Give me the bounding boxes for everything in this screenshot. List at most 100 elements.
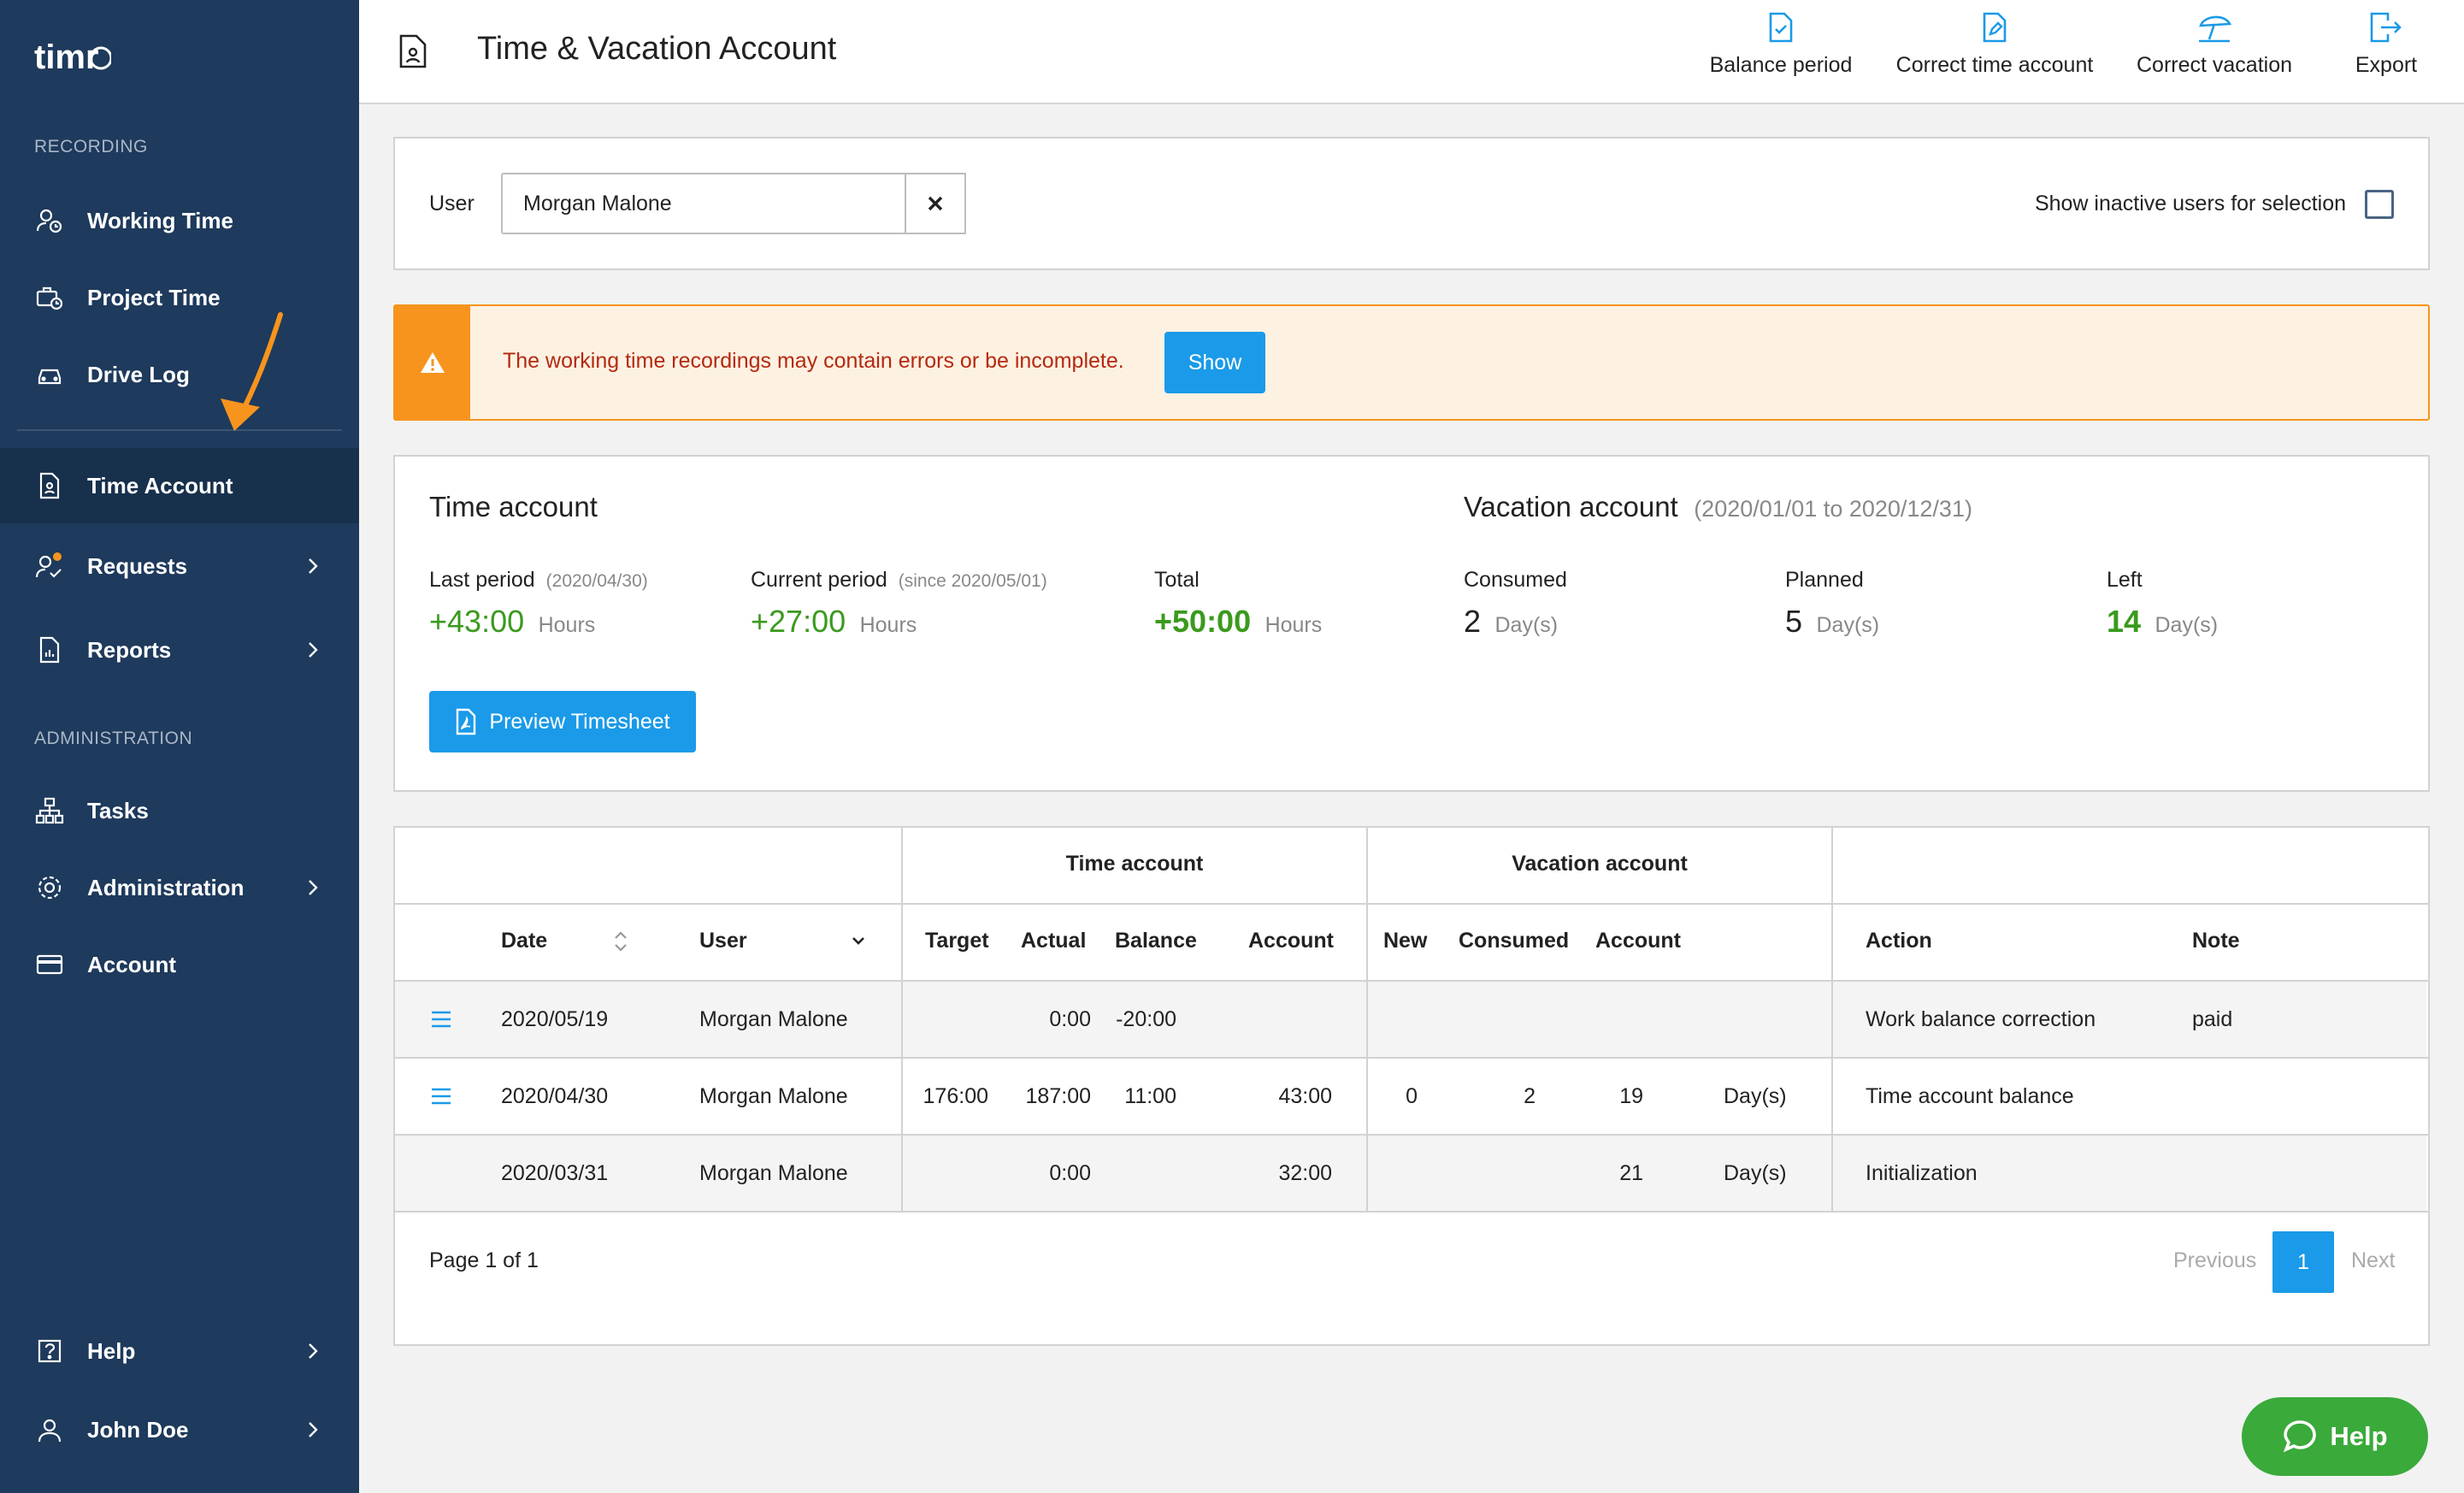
last-period-value-group: +43:00 Hours: [429, 604, 595, 640]
section-recording: RECORDING: [34, 137, 148, 156]
vacation-account-title: Vacation account: [1464, 491, 1678, 522]
sidebar-item-working-time[interactable]: Working Time: [0, 183, 359, 258]
cell-actual: 0:00: [1049, 1161, 1091, 1185]
sidebar-item-help[interactable]: Help: [0, 1313, 359, 1389]
gear-icon: [34, 872, 65, 903]
sidebar-item-administration[interactable]: Administration: [0, 850, 359, 925]
hierarchy-icon: [34, 795, 65, 826]
total-label: Total: [1154, 568, 1200, 592]
left-label: Left: [2107, 568, 2143, 592]
sidebar-item-reports[interactable]: Reports: [0, 612, 359, 687]
days-unit: Day(s): [2155, 613, 2219, 637]
user-select-input[interactable]: Morgan Malone: [501, 173, 966, 234]
cell-user: Morgan Malone: [699, 1084, 848, 1108]
left-value-group: 14 Day(s): [2107, 604, 2218, 640]
sidebar-item-label: Requests: [87, 552, 188, 579]
sidebar-item-drive-log[interactable]: Drive Log: [0, 337, 359, 412]
planned-label: Planned: [1785, 568, 1864, 592]
inactive-users-checkbox[interactable]: [2365, 190, 2394, 219]
table-divider: [395, 1057, 2428, 1059]
warning-icon-box: [395, 306, 470, 419]
close-icon: [928, 196, 943, 211]
chevron-right-icon: [309, 1343, 318, 1359]
vacation-title-group: Vacation account (2020/01/01 to 2020/12/…: [1464, 491, 1972, 523]
table-divider: [395, 1134, 2428, 1136]
chevron-right-icon: [309, 880, 318, 895]
cell-user: Morgan Malone: [699, 1007, 848, 1031]
balance-period-label: Balance period: [1709, 53, 1853, 77]
correct-vacation-label: Correct vacation: [2136, 53, 2293, 77]
page-title: Time & Vacation Account: [477, 31, 837, 67]
chat-bubble-icon: [2284, 1420, 2317, 1453]
hours-unit: Hours: [1264, 613, 1323, 637]
beach-umbrella-icon: [2199, 15, 2232, 43]
show-button[interactable]: Show: [1164, 332, 1265, 393]
sidebar-item-requests[interactable]: Requests: [0, 528, 359, 604]
briefcase-clock-icon: [34, 282, 65, 313]
sidebar-item-label: Help: [87, 1337, 136, 1364]
sidebar-item-project-time[interactable]: Project Time: [0, 260, 359, 335]
table-divider: [1366, 828, 1368, 1213]
document-icon: [34, 470, 65, 501]
current-period-value: +27:00: [751, 604, 846, 639]
cell-date: 2020/03/31: [501, 1161, 609, 1185]
next-page-button[interactable]: Next: [2351, 1248, 2395, 1273]
column-header-vacation-account: Account: [1595, 929, 1681, 953]
left-value: 14: [2107, 604, 2142, 639]
preview-timesheet-label: Preview Timesheet: [489, 709, 670, 734]
correct-vacation-button[interactable]: Correct vacation: [2125, 12, 2303, 78]
cell-user: Morgan Malone: [699, 1161, 848, 1185]
column-header-user[interactable]: User: [699, 929, 747, 953]
cell-unit: Day(s): [1724, 1084, 1787, 1108]
sidebar-item-label: Reports: [87, 636, 172, 663]
sidebar-item-user-profile[interactable]: John Doe: [0, 1392, 359, 1467]
sidebar-item-time-account[interactable]: Time Account: [0, 448, 359, 523]
correct-time-account-button[interactable]: Correct time account: [1883, 12, 2107, 78]
sidebar-item-tasks[interactable]: Tasks: [0, 773, 359, 848]
total-value: +50:00: [1154, 604, 1252, 639]
column-header-date[interactable]: Date: [501, 929, 547, 953]
preview-timesheet-button[interactable]: Preview Timesheet: [429, 691, 696, 752]
row-menu-icon[interactable]: [431, 1011, 451, 1028]
cell-action: Time account balance: [1866, 1084, 2074, 1108]
current-period-value-group: +27:00 Hours: [751, 604, 917, 640]
timr-logo[interactable]: timr: [34, 31, 113, 82]
cell-vacation-account: 21: [1619, 1161, 1643, 1185]
cell-date: 2020/04/30: [501, 1084, 609, 1108]
total-value-group: +50:00 Hours: [1154, 604, 1322, 640]
sort-icon[interactable]: [612, 929, 629, 954]
chevron-down-icon[interactable]: [850, 932, 867, 949]
vacation-range: (2020/01/01 to 2020/12/31): [1694, 496, 1972, 522]
correct-time-account-label: Correct time account: [1895, 53, 2094, 77]
summary-card: Time account Last period (2020/04/30) +4…: [393, 455, 2430, 792]
cell-action: Initialization: [1866, 1161, 1978, 1185]
sidebar-item-label: Administration: [87, 874, 245, 900]
table-divider: [901, 828, 903, 1213]
current-period-label-group: Current period (since 2020/05/01): [751, 568, 1047, 593]
help-chat-button[interactable]: Help: [2242, 1397, 2428, 1476]
table-divider: [395, 903, 2428, 905]
clear-user-button[interactable]: [905, 173, 966, 234]
export-button[interactable]: Export: [2339, 12, 2433, 78]
current-period-label: Current period: [751, 568, 887, 592]
last-period-label-group: Last period (2020/04/30): [429, 568, 648, 593]
user-check-icon: [34, 551, 65, 581]
export-label: Export: [2355, 53, 2418, 77]
chevron-right-icon: [309, 1422, 318, 1437]
column-header-target: Target: [925, 929, 989, 953]
cell-balance: -20:00: [1116, 1007, 1176, 1031]
sidebar-divider: [17, 429, 342, 431]
time-account-title: Time account: [429, 491, 598, 522]
previous-page-button[interactable]: Previous: [2173, 1248, 2256, 1273]
column-header-consumed: Consumed: [1459, 929, 1570, 953]
page-1-button[interactable]: 1: [2272, 1231, 2334, 1293]
row-menu-icon[interactable]: [431, 1088, 451, 1105]
balance-period-button[interactable]: Balance period: [1704, 12, 1858, 78]
sidebar-item-account[interactable]: Account: [0, 927, 359, 1002]
user-clock-icon: [34, 205, 65, 236]
table-divider: [1831, 828, 1833, 1213]
question-icon: [34, 1336, 65, 1366]
sidebar-item-label: Account: [87, 951, 176, 977]
credit-card-icon: [34, 949, 65, 980]
user-filter-card: User Morgan Malone Show inactive users f…: [393, 137, 2430, 270]
